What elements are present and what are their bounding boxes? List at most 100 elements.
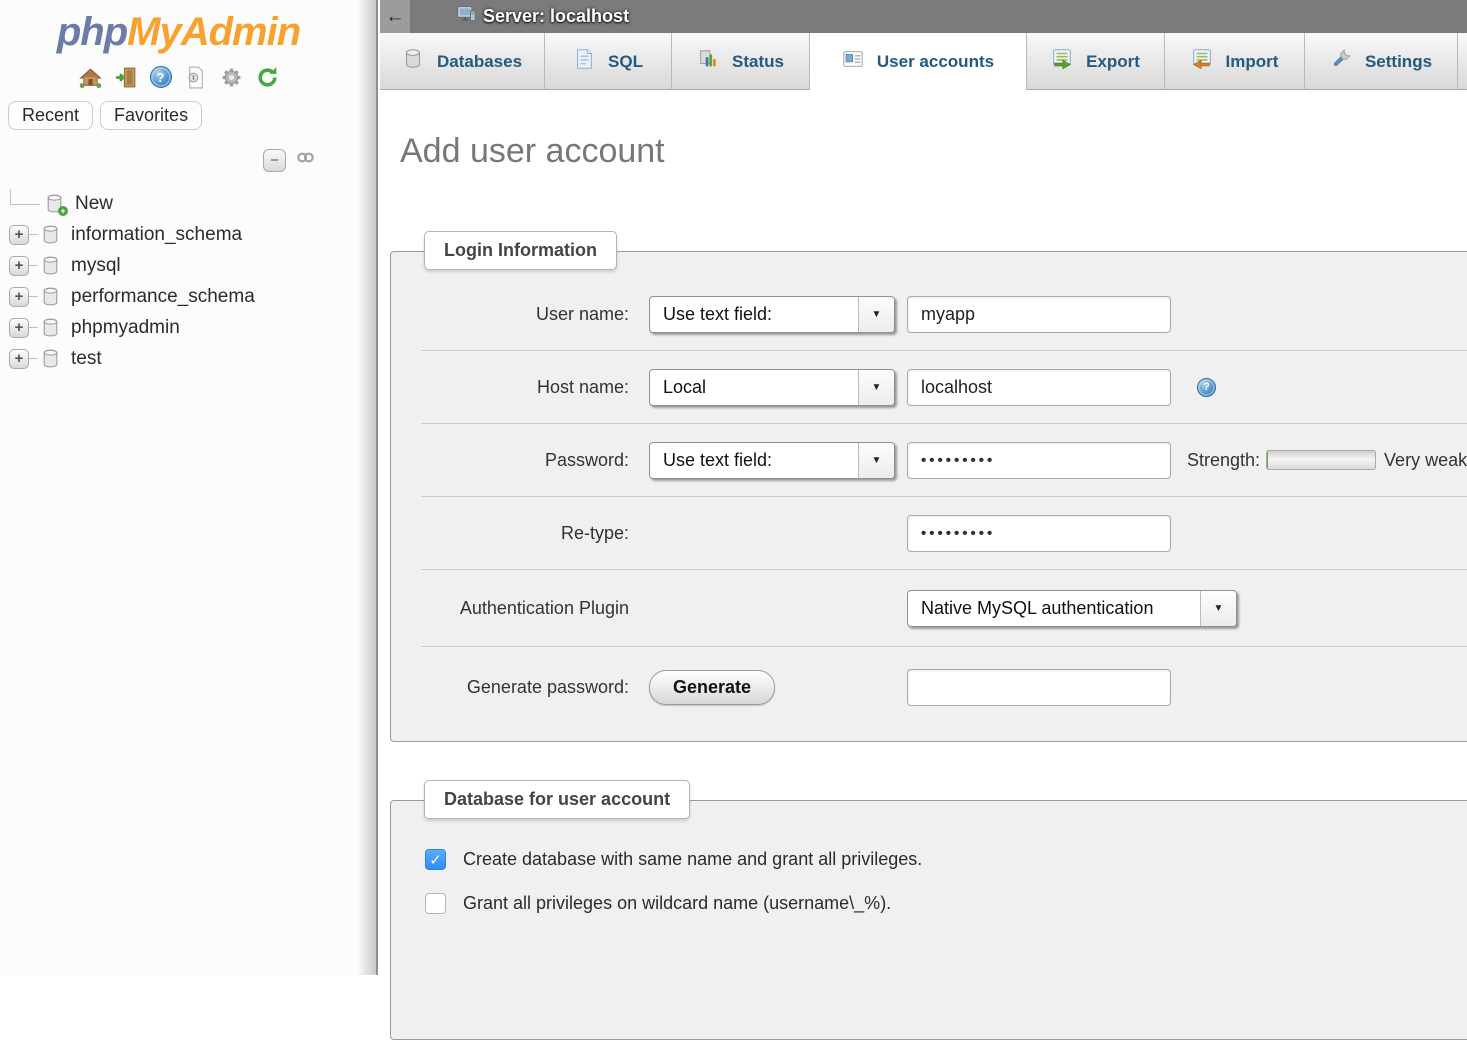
expand-icon[interactable]: + bbox=[9, 225, 29, 245]
link-icon[interactable] bbox=[294, 146, 317, 174]
collapse-all-icon[interactable]: − bbox=[263, 149, 286, 172]
logout-icon[interactable] bbox=[114, 65, 139, 90]
select-value: Use text field: bbox=[650, 450, 858, 471]
logo-myadmin: MyAdmin bbox=[127, 10, 300, 54]
grant-wildcard-checkbox[interactable] bbox=[425, 893, 446, 914]
expand-icon[interactable]: + bbox=[9, 318, 29, 338]
host-name-label: Host name: bbox=[421, 377, 629, 398]
host-type-select[interactable]: Local ▼ bbox=[649, 369, 895, 406]
tab-status[interactable]: Status bbox=[672, 33, 810, 90]
status-icon bbox=[697, 48, 719, 75]
tree-twig bbox=[29, 327, 38, 328]
tree-item-database[interactable]: + test bbox=[0, 343, 357, 374]
password-row: Password: Use text field: ▼ Strength: Ve… bbox=[421, 424, 1467, 497]
sidebar-toolbar: ? bbox=[0, 63, 357, 91]
chevron-down-icon: ▼ bbox=[858, 443, 894, 478]
chevron-down-icon: ▼ bbox=[858, 370, 894, 405]
auth-plugin-row: Authentication Plugin Native MySQL authe… bbox=[421, 570, 1467, 647]
database-icon bbox=[40, 317, 61, 338]
tree-item-database[interactable]: + performance_schema bbox=[0, 281, 357, 312]
create-database-checkbox[interactable] bbox=[425, 849, 446, 870]
login-information-fieldset: Login Information User name: Use text fi… bbox=[390, 251, 1467, 742]
generate-button[interactable]: Generate bbox=[649, 670, 775, 705]
tree-twig bbox=[29, 296, 38, 297]
home-icon[interactable] bbox=[78, 65, 103, 90]
server-icon bbox=[456, 4, 477, 30]
server-tabs: Databases SQL Status User accounts Expor… bbox=[380, 33, 1467, 90]
favorites-button[interactable]: Favorites bbox=[100, 101, 202, 130]
grant-wildcard-option: Grant all privileges on wildcard name (u… bbox=[425, 893, 1467, 914]
database-tree: + New + information_schema + mysql + per… bbox=[0, 188, 357, 374]
tree-item-label: performance_schema bbox=[67, 286, 255, 308]
back-arrow-icon: ← bbox=[386, 6, 405, 28]
user-name-input[interactable] bbox=[907, 296, 1171, 333]
password-type-select[interactable]: Use text field: ▼ bbox=[649, 442, 895, 479]
docs-icon[interactable] bbox=[183, 65, 208, 90]
panel-divider[interactable] bbox=[357, 0, 378, 975]
tree-connector bbox=[10, 189, 40, 205]
tab-user-accounts[interactable]: User accounts bbox=[810, 33, 1027, 90]
recent-favorites-row: Recent Favorites bbox=[8, 101, 357, 130]
tab-sql[interactable]: SQL bbox=[545, 33, 672, 90]
strength-label: Strength: bbox=[1187, 450, 1260, 471]
checkbox-label: Grant all privileges on wildcard name (u… bbox=[463, 893, 891, 914]
select-value: Local bbox=[650, 377, 858, 398]
host-name-input[interactable] bbox=[907, 369, 1171, 406]
chevron-down-icon: ▼ bbox=[1200, 591, 1236, 626]
generated-password-input[interactable] bbox=[907, 669, 1171, 706]
database-for-user-fieldset: Database for user account Create databas… bbox=[390, 800, 1467, 1040]
select-value: Native MySQL authentication bbox=[908, 598, 1200, 619]
tab-export[interactable]: Export bbox=[1027, 33, 1165, 90]
retype-password-input[interactable] bbox=[907, 515, 1171, 552]
expand-icon[interactable]: + bbox=[9, 349, 29, 369]
password-input[interactable] bbox=[907, 442, 1171, 479]
help-icon[interactable]: ? bbox=[150, 66, 172, 88]
tree-item-label: test bbox=[67, 348, 102, 370]
tab-settings[interactable]: Settings bbox=[1305, 33, 1458, 90]
database-icon bbox=[40, 286, 61, 307]
tree-item-new[interactable]: + New bbox=[0, 188, 357, 219]
generate-password-row: Generate password: Generate bbox=[421, 647, 1467, 727]
tree-item-database[interactable]: + phpmyadmin bbox=[0, 312, 357, 343]
tree-item-database[interactable]: + information_schema bbox=[0, 219, 357, 250]
tree-item-database[interactable]: + mysql bbox=[0, 250, 357, 281]
strength-meter bbox=[1266, 450, 1376, 470]
tree-twig bbox=[29, 265, 38, 266]
auth-plugin-select[interactable]: Native MySQL authentication ▼ bbox=[907, 590, 1237, 627]
settings-icon[interactable] bbox=[219, 65, 244, 90]
user-accounts-icon bbox=[842, 48, 864, 75]
server-breadcrumb-bar: ← Server: localhost bbox=[380, 0, 1467, 33]
tab-label: Export bbox=[1086, 52, 1140, 72]
database-icon bbox=[40, 255, 61, 276]
settings-wrench-icon bbox=[1330, 48, 1352, 75]
user-name-row: User name: Use text field: ▼ bbox=[421, 278, 1467, 351]
recent-button[interactable]: Recent bbox=[8, 101, 93, 130]
expand-icon[interactable]: + bbox=[9, 287, 29, 307]
back-button[interactable]: ← bbox=[380, 0, 410, 33]
server-title[interactable]: Server: localhost bbox=[483, 6, 629, 27]
password-label: Password: bbox=[421, 450, 629, 471]
checkbox-label: Create database with same name and grant… bbox=[463, 849, 922, 870]
tab-databases[interactable]: Databases bbox=[380, 33, 545, 90]
databases-icon bbox=[402, 48, 424, 75]
expand-icon[interactable]: + bbox=[9, 256, 29, 276]
user-name-type-select[interactable]: Use text field: ▼ bbox=[649, 296, 895, 333]
tree-twig bbox=[29, 358, 38, 359]
chevron-down-icon: ▼ bbox=[858, 297, 894, 332]
tab-import[interactable]: Import bbox=[1165, 33, 1305, 90]
database-icon bbox=[40, 348, 61, 369]
tree-item-label: phpmyadmin bbox=[67, 317, 180, 339]
tree-item-label: information_schema bbox=[67, 224, 242, 246]
host-help-icon[interactable]: ? bbox=[1197, 378, 1216, 397]
sql-icon bbox=[573, 48, 595, 75]
host-name-row: Host name: Local ▼ ? bbox=[421, 351, 1467, 424]
new-database-icon: + bbox=[44, 193, 65, 214]
reload-icon[interactable] bbox=[255, 65, 280, 90]
tab-label: Status bbox=[732, 52, 784, 72]
export-icon bbox=[1051, 48, 1073, 75]
import-icon bbox=[1191, 48, 1213, 75]
strength-text: Very weak bbox=[1384, 450, 1467, 471]
tab-label: Databases bbox=[437, 52, 522, 72]
tree-tools: − bbox=[0, 146, 317, 174]
phpmyadmin-logo[interactable]: phpMyAdmin bbox=[0, 0, 357, 55]
